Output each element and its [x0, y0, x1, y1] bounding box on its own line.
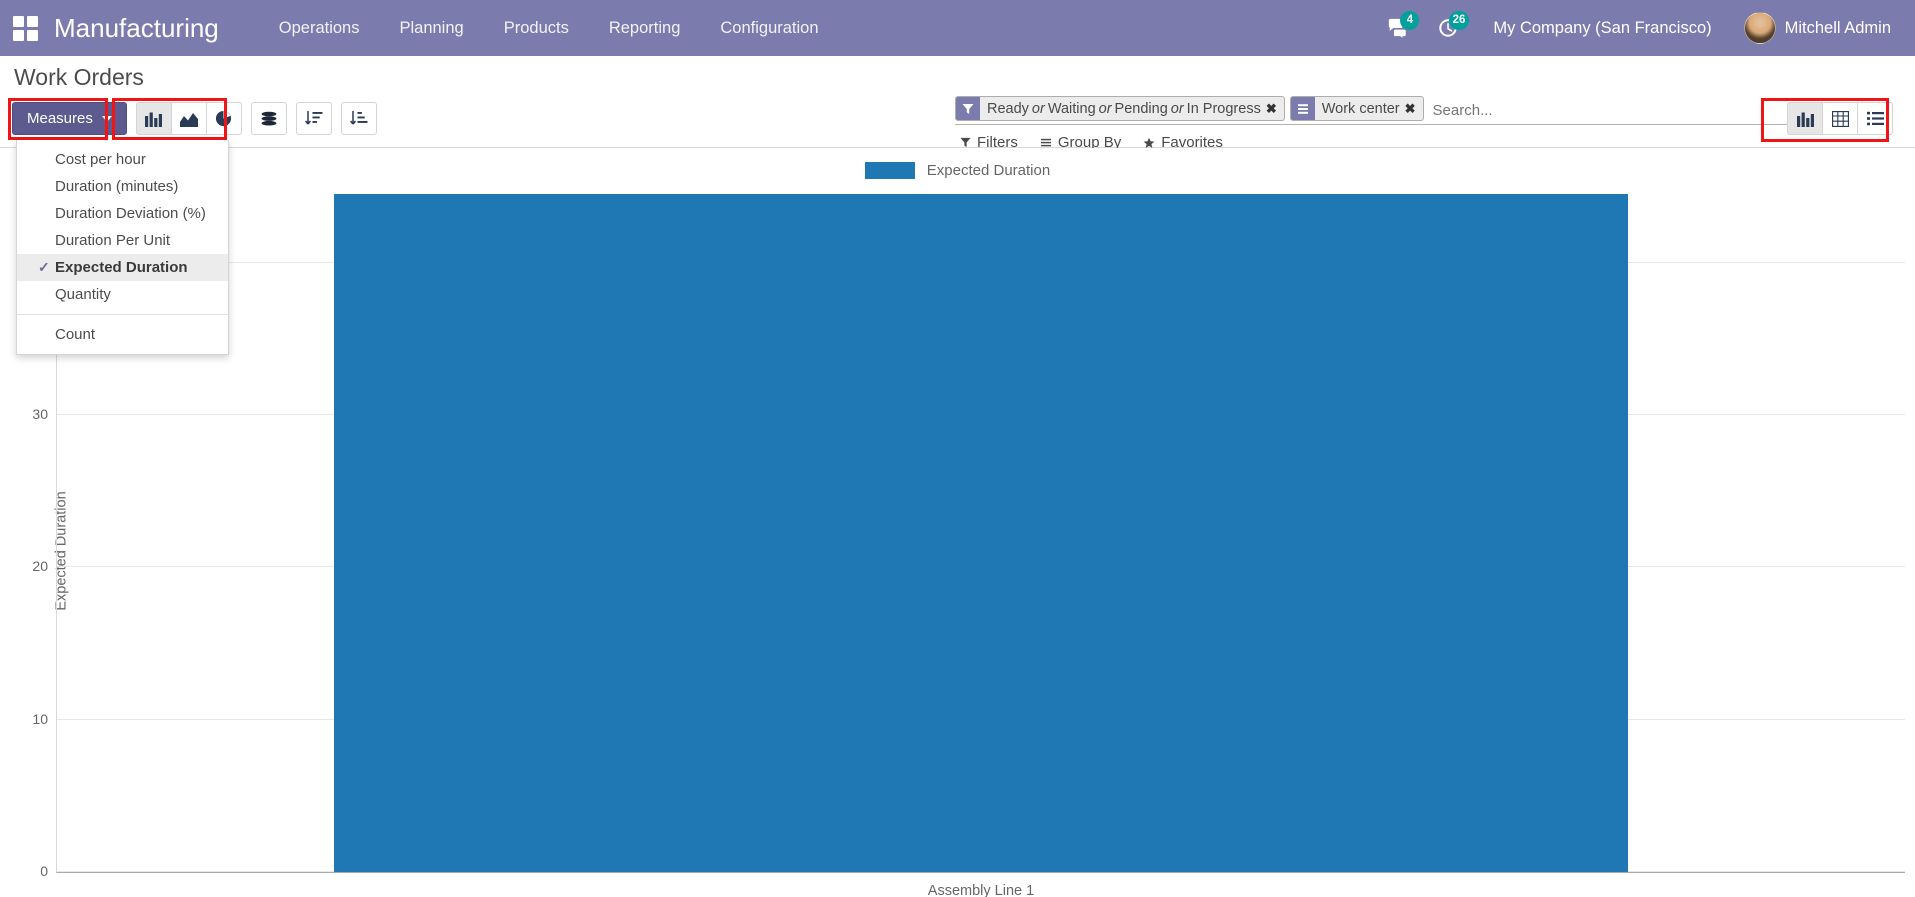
- facet-part: Pending: [1114, 100, 1168, 117]
- search-view: Ready or Waiting or Pending or In Progre…: [955, 96, 1875, 125]
- search-input[interactable]: [1428, 96, 1845, 124]
- stacked-bar-icon: [261, 111, 277, 125]
- control-panel: Work Orders Measures Ready or Waiting or…: [0, 56, 1915, 355]
- messages-count-badge: 4: [1400, 11, 1420, 30]
- app-brand-title[interactable]: Manufacturing: [54, 13, 219, 44]
- bar-chart-button[interactable]: [135, 102, 172, 135]
- menu-item-reporting[interactable]: Reporting: [589, 13, 701, 44]
- stacked-toggle-button[interactable]: [250, 102, 287, 135]
- group-by-list-icon: [1040, 138, 1051, 147]
- view-switcher-group: [1787, 102, 1893, 135]
- remove-facet-groupby-icon[interactable]: ✖: [1405, 97, 1423, 120]
- search-facet-groupby-label: Work center: [1321, 100, 1400, 117]
- apps-grid-square: [26, 15, 38, 27]
- apps-grid-square: [12, 15, 24, 27]
- facet-part: or: [1098, 100, 1112, 117]
- filter-funnel-icon: [960, 137, 971, 148]
- search-facet-status[interactable]: Ready or Waiting or Pending or In Progre…: [955, 96, 1285, 121]
- y-axis-tick-label: 10: [32, 710, 48, 727]
- measure-item-expected-duration[interactable]: ✓ Expected Duration: [17, 254, 228, 281]
- pivot-view-button[interactable]: [1822, 102, 1858, 135]
- facet-part: or: [1170, 100, 1184, 117]
- user-menu[interactable]: Mitchell Admin: [1734, 8, 1897, 48]
- chart-legend: Expected Duration: [0, 162, 1915, 179]
- sort-ascending-button[interactable]: [295, 102, 332, 135]
- y-axis-tick-label: 20: [32, 558, 48, 575]
- list-view-icon: [1866, 111, 1884, 126]
- list-view-button[interactable]: [1857, 102, 1893, 135]
- chart-type-group: [135, 102, 242, 135]
- menu-item-planning[interactable]: Planning: [379, 13, 483, 44]
- sort-descending-button[interactable]: [340, 102, 377, 135]
- pie-chart-button[interactable]: [205, 102, 242, 135]
- menu-item-configuration[interactable]: Configuration: [700, 13, 838, 44]
- measure-item-quantity[interactable]: Quantity: [17, 281, 228, 308]
- measure-item-duration-minutes[interactable]: Duration (minutes): [17, 173, 228, 200]
- pie-chart-icon: [216, 110, 232, 127]
- apps-grid-square: [26, 29, 38, 41]
- apps-grid-square: [12, 29, 24, 41]
- measure-item-expected-duration-label: Expected Duration: [55, 259, 188, 276]
- measure-item-duration-per-unit[interactable]: Duration Per Unit: [17, 227, 228, 254]
- remove-facet-status-icon[interactable]: ✖: [1266, 97, 1284, 120]
- legend-label-expected-duration: Expected Duration: [926, 162, 1051, 179]
- menu-item-operations[interactable]: Operations: [259, 13, 380, 44]
- top-navbar: Manufacturing Operations Planning Produc…: [0, 0, 1915, 56]
- measure-item-cost-per-hour[interactable]: Cost per hour: [17, 146, 228, 173]
- chart-plot-area: 010203040Assembly Line 1: [32, 194, 1905, 897]
- messages-button[interactable]: 4: [1375, 11, 1421, 43]
- pivot-view-icon: [1831, 110, 1849, 127]
- measures-button-label: Measures: [27, 110, 93, 127]
- sort-descending-icon: [349, 111, 368, 125]
- page-title: Work Orders: [14, 64, 144, 90]
- apps-grid-icon[interactable]: [10, 13, 40, 43]
- avatar: [1743, 12, 1776, 44]
- legend-swatch-expected-duration[interactable]: [864, 162, 915, 179]
- y-axis-tick-label: 30: [32, 405, 48, 422]
- search-facet-groupby[interactable]: Work center ✖: [1289, 96, 1424, 121]
- facet-part: or: [1031, 100, 1045, 117]
- star-icon: [1143, 137, 1155, 148]
- menu-item-products[interactable]: Products: [484, 13, 589, 44]
- activities-count-badge: 26: [1448, 11, 1470, 30]
- company-switcher[interactable]: My Company (San Francisco): [1475, 13, 1729, 44]
- navbar-right-group: 4 26 My Company (San Francisco) Mitchell…: [1375, 8, 1897, 48]
- measure-item-count[interactable]: Count: [17, 321, 228, 348]
- facet-part: In Progress: [1186, 100, 1261, 117]
- chart-bar[interactable]: [334, 194, 1628, 872]
- dropdown-divider: [17, 314, 228, 315]
- facet-part: Waiting: [1047, 100, 1096, 117]
- measures-dropdown-menu: Cost per hour Duration (minutes) Duratio…: [16, 140, 229, 355]
- graph-toolbar: Measures: [12, 102, 377, 135]
- bar-chart-icon: [145, 112, 163, 127]
- view-switcher: [1787, 102, 1893, 135]
- facet-part: Ready: [987, 100, 1029, 117]
- search-facet-status-label: Ready or Waiting or Pending or In Progre…: [980, 97, 1266, 120]
- line-chart-button[interactable]: [170, 102, 207, 135]
- sort-ascending-icon: [304, 111, 323, 125]
- x-axis-tick-label: Assembly Line 1: [927, 883, 1035, 897]
- chevron-down-icon: [101, 115, 112, 122]
- measure-item-duration-deviation[interactable]: Duration Deviation (%): [17, 200, 228, 227]
- graph-view: Expected Duration Expected Duration 0 10 2…: [0, 148, 1915, 897]
- group-by-list-icon: [1290, 97, 1315, 120]
- activities-button[interactable]: 26: [1425, 11, 1471, 43]
- y-axis-tick-label: 0: [40, 863, 48, 879]
- graph-view-button[interactable]: [1787, 102, 1823, 135]
- line-chart-icon: [179, 112, 198, 127]
- graph-view-icon: [1796, 112, 1814, 127]
- filter-funnel-icon: [956, 97, 980, 120]
- check-icon: ✓: [38, 259, 50, 275]
- measures-button[interactable]: Measures: [12, 102, 127, 135]
- user-name-label: Mitchell Admin: [1784, 18, 1891, 37]
